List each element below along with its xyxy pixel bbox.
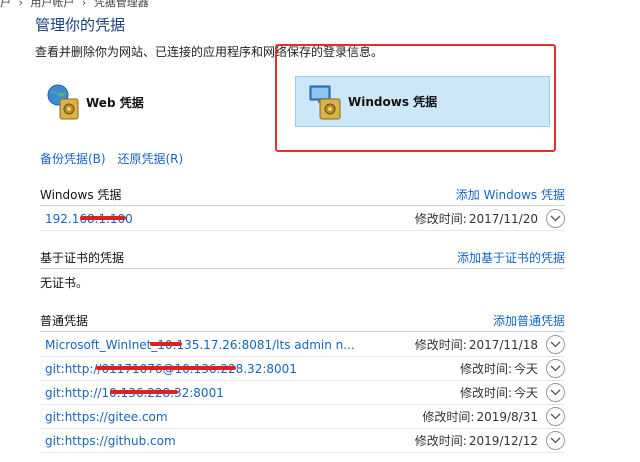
- breadcrumb-separator: ›: [18, 0, 23, 9]
- modified-value: 2017/11/18: [468, 337, 538, 352]
- cert-empty-text: 无证书。: [40, 276, 89, 290]
- credential-row[interactable]: 192.168.1.100 修改时间: 2017/11/20: [40, 207, 565, 231]
- modified-value: 2019/12/12: [468, 433, 538, 448]
- credential-row[interactable]: git:https://gitee.com 修改时间: 2019/8/31: [40, 405, 565, 429]
- generic-section-title: 普通凭据: [40, 313, 89, 328]
- modified-label: 修改时间:: [459, 362, 512, 376]
- credential-name: 192.168.1.100: [45, 211, 133, 226]
- add-cert-credential-link[interactable]: 添加基于证书的凭据: [457, 249, 565, 266]
- cert-section-header: 基于证书的凭据 添加基于证书的凭据: [40, 247, 565, 267]
- windows-credentials-label: Windows 凭据: [348, 95, 438, 109]
- modified-value: 今天: [513, 386, 538, 400]
- breadcrumb: 户 › 用户帐户 › 凭据管理器: [0, 0, 153, 9]
- chevron-down-icon[interactable]: [546, 209, 565, 228]
- add-generic-credential-link[interactable]: 添加普通凭据: [493, 312, 565, 329]
- breadcrumb-item[interactable]: 户: [0, 0, 11, 9]
- chevron-down-icon[interactable]: [546, 431, 565, 450]
- generic-section-header: 普通凭据 添加普通凭据: [40, 310, 565, 330]
- windows-credentials-icon: [306, 83, 344, 121]
- cert-section-title: 基于证书的凭据: [40, 250, 125, 265]
- web-credentials-icon: [44, 83, 82, 121]
- page-description: 查看并删除你为网站、已连接的应用程序和网络保存的登录信息。: [35, 45, 384, 59]
- modified-label: 修改时间:: [414, 212, 467, 226]
- windows-section-title: Windows 凭据: [40, 187, 122, 202]
- credential-name: Microsoft_WinInet_10.135.17.26:8081/lts …: [45, 337, 355, 352]
- restore-credentials-link[interactable]: 还原凭据(R): [117, 152, 183, 166]
- modified-value: 2017/11/20: [468, 211, 538, 226]
- credential-actions: 备份凭据(B) 还原凭据(R): [40, 150, 191, 167]
- credential-row[interactable]: git:http://01171076@10.136.228.32:8001 修…: [40, 357, 565, 381]
- web-credentials-tab[interactable]: Web 凭据: [44, 80, 264, 124]
- chevron-down-icon[interactable]: [546, 335, 565, 354]
- page-title: 管理你的凭据: [35, 16, 126, 34]
- chevron-down-icon[interactable]: [546, 407, 565, 426]
- windows-section-header: Windows 凭据 添加 Windows 凭据: [40, 184, 565, 204]
- credential-row[interactable]: git:http://10.136.228.32:8001 修改时间: 今天: [40, 381, 565, 405]
- web-credentials-label: Web 凭据: [86, 95, 144, 110]
- modified-label: 修改时间:: [414, 338, 467, 352]
- section-divider: [40, 268, 565, 269]
- section-divider: [40, 331, 565, 332]
- credential-name: git:https://gitee.com: [45, 409, 168, 424]
- credential-row[interactable]: git:https://github.com 修改时间: 2019/12/12: [40, 429, 565, 453]
- credential-name: git:http://10.136.228.32:8001: [45, 385, 224, 400]
- chevron-down-icon[interactable]: [546, 383, 565, 402]
- modified-value: 2019/8/31: [476, 409, 538, 424]
- breadcrumb-item[interactable]: 凭据管理器: [94, 0, 149, 9]
- modified-label: 修改时间:: [414, 434, 467, 448]
- breadcrumb-separator: ›: [81, 0, 87, 9]
- section-divider: [40, 205, 565, 206]
- credential-name: git:http://01171076@10.136.228.32:8001: [45, 361, 297, 376]
- add-windows-credential-link[interactable]: 添加 Windows 凭据: [456, 186, 565, 203]
- breadcrumb-item[interactable]: 用户帐户: [30, 0, 74, 9]
- modified-label: 修改时间:: [422, 410, 475, 424]
- modified-value: 今天: [513, 362, 538, 376]
- chevron-down-icon[interactable]: [546, 359, 565, 378]
- windows-credentials-tab[interactable]: Windows 凭据: [295, 76, 550, 127]
- modified-label: 修改时间:: [459, 386, 512, 400]
- credential-row[interactable]: Microsoft_WinInet_10.135.17.26:8081/lts …: [40, 333, 565, 357]
- backup-credentials-link[interactable]: 备份凭据(B): [40, 152, 106, 166]
- credential-name: git:https://github.com: [45, 433, 176, 448]
